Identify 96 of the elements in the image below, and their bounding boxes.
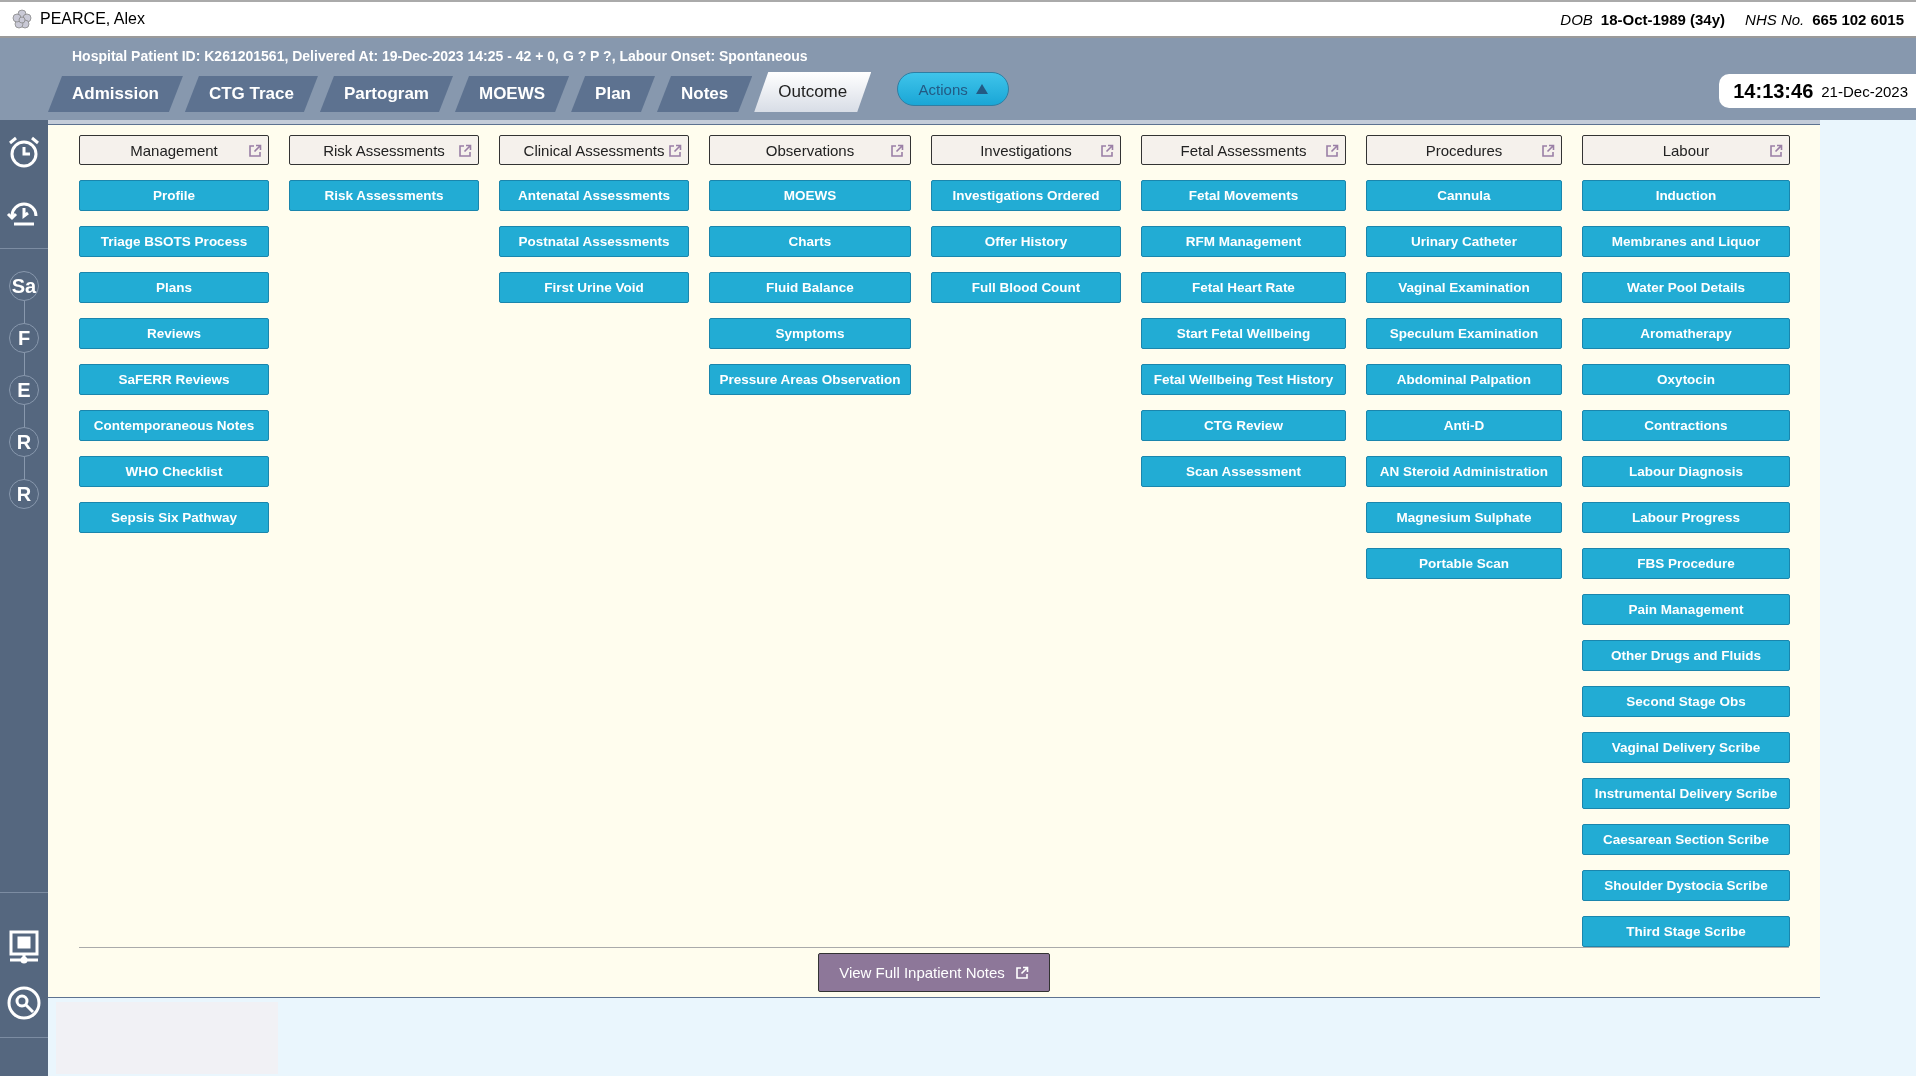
- form-button[interactable]: FBS Procedure: [1582, 548, 1790, 579]
- form-button[interactable]: Pressure Areas Observation: [709, 364, 911, 395]
- form-button[interactable]: Investigations Ordered: [931, 180, 1121, 211]
- form-button[interactable]: Start Fetal Wellbeing: [1141, 318, 1346, 349]
- form-button[interactable]: Instrumental Delivery Scribe: [1582, 778, 1790, 809]
- form-button[interactable]: Fluid Balance: [709, 272, 911, 303]
- section-header-button[interactable]: Observations: [709, 135, 911, 165]
- form-button[interactable]: Contemporaneous Notes: [79, 410, 269, 441]
- form-button[interactable]: Speculum Examination: [1366, 318, 1562, 349]
- form-button[interactable]: Postnatal Assessments: [499, 226, 689, 257]
- form-button[interactable]: Urinary Catheter: [1366, 226, 1562, 257]
- step-marker[interactable]: F: [9, 323, 39, 353]
- form-button[interactable]: RFM Management: [1141, 226, 1346, 257]
- form-button[interactable]: Abdominal Palpation: [1366, 364, 1562, 395]
- form-button[interactable]: Water Pool Details: [1582, 272, 1790, 303]
- tab[interactable]: Partogram: [319, 76, 453, 112]
- step-marker[interactable]: Sa: [9, 271, 39, 301]
- view-notes-button[interactable]: View Full Inpatient Notes: [818, 953, 1050, 992]
- external-link-icon: [890, 144, 904, 158]
- external-link-icon: [668, 144, 682, 158]
- form-button[interactable]: Magnesium Sulphate: [1366, 502, 1562, 533]
- form-button[interactable]: Third Stage Scribe: [1582, 916, 1790, 947]
- form-button[interactable]: Portable Scan: [1366, 548, 1562, 579]
- external-link-icon: [248, 144, 262, 158]
- form-button[interactable]: WHO Checklist: [79, 456, 269, 487]
- form-button[interactable]: AN Steroid Administration: [1366, 456, 1562, 487]
- section-header-button[interactable]: Risk Assessments: [289, 135, 479, 165]
- form-button[interactable]: Antenatal Assessments: [499, 180, 689, 211]
- form-button[interactable]: Vaginal Delivery Scribe: [1582, 732, 1790, 763]
- search-icon[interactable]: [6, 985, 42, 1021]
- alarm-clock-icon[interactable]: [6, 134, 42, 170]
- form-button[interactable]: Risk Assessments: [289, 180, 479, 211]
- form-button[interactable]: Second Stage Obs: [1582, 686, 1790, 717]
- form-button[interactable]: Oxytocin: [1582, 364, 1790, 395]
- step-marker[interactable]: R: [9, 479, 39, 509]
- clock-date: 21-Dec-2023: [1821, 82, 1908, 100]
- form-button[interactable]: Contractions: [1582, 410, 1790, 441]
- section-header-button[interactable]: Procedures: [1366, 135, 1562, 165]
- form-button[interactable]: Symptoms: [709, 318, 911, 349]
- form-button[interactable]: Profile: [79, 180, 269, 211]
- form-button[interactable]: Anti-D: [1366, 410, 1562, 441]
- section-header-button[interactable]: Investigations: [931, 135, 1121, 165]
- flower-icon: [12, 9, 32, 29]
- step-marker[interactable]: R: [9, 427, 39, 457]
- form-button[interactable]: Aromatherapy: [1582, 318, 1790, 349]
- form-button[interactable]: Reviews: [79, 318, 269, 349]
- tab[interactable]: Notes: [657, 76, 753, 112]
- form-button[interactable]: Cannula: [1366, 180, 1562, 211]
- tab[interactable]: MOEWS: [455, 76, 570, 112]
- nhs-value: 665 102 6015: [1812, 10, 1904, 28]
- form-button[interactable]: Vaginal Examination: [1366, 272, 1562, 303]
- nhs-label: NHS No.: [1745, 10, 1805, 28]
- form-button[interactable]: SaFERR Reviews: [79, 364, 269, 395]
- form-button[interactable]: Pain Management: [1582, 594, 1790, 625]
- clock-time: 14:13:46: [1733, 79, 1814, 103]
- form-button[interactable]: Scan Assessment: [1141, 456, 1346, 487]
- form-button[interactable]: Triage BSOTS Process: [79, 226, 269, 257]
- actions-button[interactable]: Actions: [897, 72, 1010, 106]
- form-button[interactable]: Offer History: [931, 226, 1121, 257]
- dob-value: 18-Oct-1989 (34y): [1600, 10, 1726, 28]
- form-button[interactable]: Shoulder Dystocia Scribe: [1582, 870, 1790, 901]
- patient-info-line: Hospital Patient ID: K261201561, Delivered At: 19-Dec-2023 14:25 - 42 + 0, G ? P ?, Labour Onset: Spontaneous: [71, 47, 809, 66]
- form-button[interactable]: MOEWS: [709, 180, 911, 211]
- caret-icon: [975, 84, 988, 94]
- section-header-button[interactable]: Clinical Assessments: [499, 135, 689, 165]
- form-button[interactable]: First Urine Void: [499, 272, 689, 303]
- form-button[interactable]: Fetal Wellbeing Test History: [1141, 364, 1346, 395]
- form-button[interactable]: Charts: [709, 226, 911, 257]
- form-button[interactable]: Membranes and Liquor: [1582, 226, 1790, 257]
- form-button[interactable]: Sepsis Six Pathway: [79, 502, 269, 533]
- dob-label: DOB: [1560, 10, 1593, 28]
- external-link-icon: [1541, 144, 1555, 158]
- step-marker[interactable]: E: [9, 375, 39, 405]
- form-button[interactable]: Full Blood Count: [931, 272, 1121, 303]
- section-header-button[interactable]: Fetal Assessments: [1141, 135, 1346, 165]
- form-button[interactable]: Caesarean Section Scribe: [1582, 824, 1790, 855]
- form-button[interactable]: CTG Review: [1141, 410, 1346, 441]
- section-header-button[interactable]: Labour: [1582, 135, 1790, 165]
- tab[interactable]: Admission: [48, 76, 183, 112]
- form-button[interactable]: Fetal Heart Rate: [1141, 272, 1346, 303]
- form-button[interactable]: Induction: [1582, 180, 1790, 211]
- form-button[interactable]: Plans: [79, 272, 269, 303]
- tab[interactable]: Plan: [571, 76, 655, 112]
- external-link-icon: [1769, 144, 1783, 158]
- form-button[interactable]: Fetal Movements: [1141, 180, 1346, 211]
- patient-name: PEARCE, Alex: [40, 10, 145, 28]
- tab[interactable]: Outcome: [754, 72, 872, 112]
- form-button[interactable]: Labour Progress: [1582, 502, 1790, 533]
- external-link-icon: [1325, 144, 1339, 158]
- section-header-button[interactable]: Management: [79, 135, 269, 165]
- external-link-icon: [458, 144, 472, 158]
- tab[interactable]: CTG Trace: [184, 76, 318, 112]
- external-link-icon: [1100, 144, 1114, 158]
- form-button[interactable]: Labour Diagnosis: [1582, 456, 1790, 487]
- external-link-icon: [1014, 965, 1029, 980]
- form-button[interactable]: Other Drugs and Fluids: [1582, 640, 1790, 671]
